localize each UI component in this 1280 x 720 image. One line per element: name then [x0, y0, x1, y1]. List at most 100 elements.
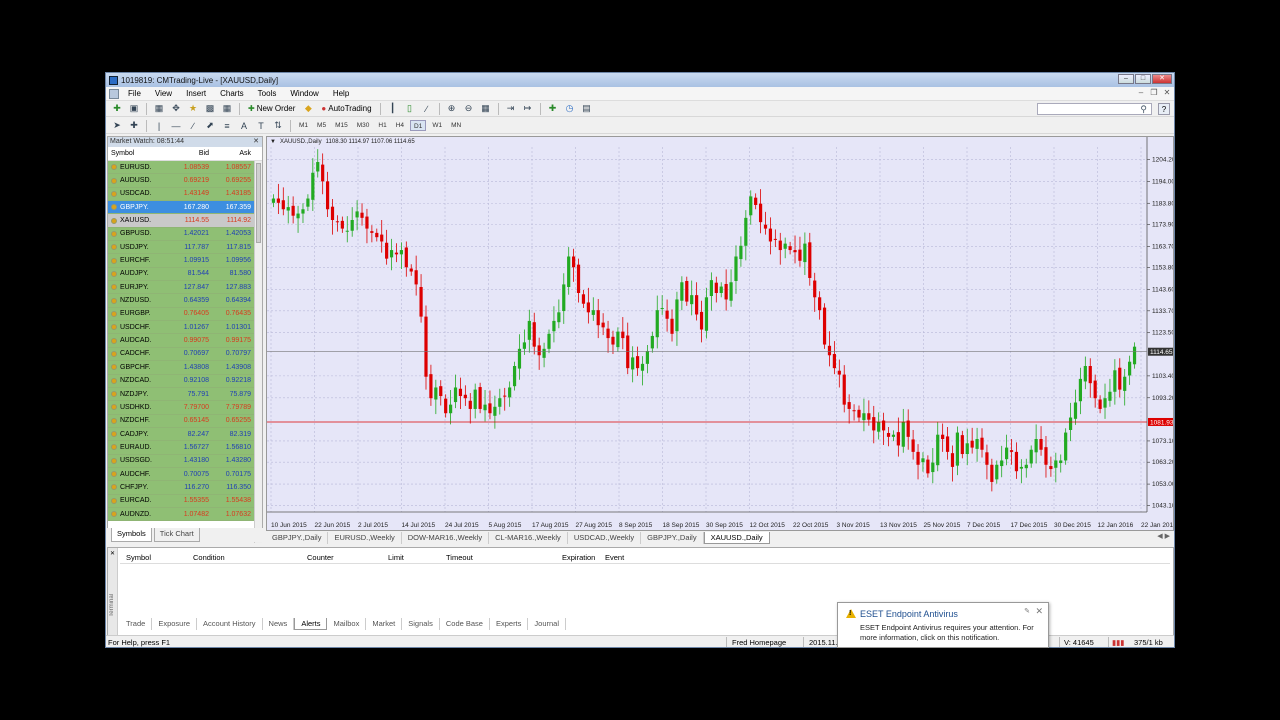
fibonacci-icon[interactable]: ≡: [220, 119, 234, 132]
market-watch-row[interactable]: USDJPY. 117.787 117.815: [108, 241, 262, 255]
timeframe-w1[interactable]: W1: [429, 120, 445, 131]
tab-exposure[interactable]: Exposure: [152, 618, 198, 630]
menu-insert[interactable]: Insert: [179, 89, 213, 98]
channel-icon[interactable]: ⬈: [203, 119, 217, 132]
close-icon[interactable]: ✕: [110, 550, 115, 557]
scrollbar[interactable]: [254, 161, 262, 543]
scrollbar-thumb[interactable]: [256, 163, 261, 243]
chart-tab[interactable]: GBPJPY.,Daily: [641, 532, 704, 544]
help-icon[interactable]: ?: [1158, 103, 1170, 115]
timeframe-m30[interactable]: M30: [354, 120, 373, 131]
tab-mailbox[interactable]: Mailbox: [327, 618, 367, 630]
periods-icon[interactable]: ◷: [563, 102, 577, 115]
tile-windows-icon[interactable]: ▦: [479, 102, 493, 115]
timeframe-h1[interactable]: H1: [375, 120, 389, 131]
column-ask[interactable]: Ask: [212, 150, 254, 157]
market-watch-row[interactable]: XAUUSD. 1114.55 1114.92: [108, 214, 262, 228]
chart-canvas[interactable]: 10 Jun 2015 22 Jun 2015 2 Jul 2015 14 Jul 2…: [267, 137, 1174, 531]
market-watch-row[interactable]: EURGBP. 0.76405 0.76435: [108, 307, 262, 322]
tab-experts[interactable]: Experts: [490, 618, 529, 630]
crosshair-icon[interactable]: ✚: [127, 119, 141, 132]
column-symbol[interactable]: Symbol: [126, 553, 151, 562]
market-watch-row[interactable]: EURUSD. 1.08539 1.08557: [108, 161, 262, 175]
market-watch-row[interactable]: AUDJPY. 81.544 81.580: [108, 267, 262, 282]
market-watch-row[interactable]: CADCHF. 0.70697 0.70797: [108, 347, 262, 362]
tab-signals[interactable]: Signals: [402, 618, 440, 630]
market-watch-row[interactable]: NZDJPY. 75.791 75.879: [108, 387, 262, 402]
chart-tab[interactable]: CL-MAR16.,Weekly: [489, 532, 568, 544]
chart-shift-icon[interactable]: ↦: [521, 102, 535, 115]
chart-tab[interactable]: DOW-MAR16.,Weekly: [402, 532, 490, 544]
market-watch-row[interactable]: AUDUSD. 0.69219 0.69255: [108, 174, 262, 188]
market-watch-row[interactable]: CADJPY. 82.247 82.319: [108, 427, 262, 442]
data-window-icon[interactable]: ✥: [169, 102, 183, 115]
menu-window[interactable]: Window: [283, 89, 325, 98]
timeframe-mn[interactable]: MN: [448, 120, 464, 131]
tab-journal[interactable]: Journal: [528, 618, 567, 630]
menu-view[interactable]: View: [148, 89, 179, 98]
market-watch-icon[interactable]: ▦: [152, 102, 166, 115]
market-watch-row[interactable]: EURJPY. 127.847 127.883: [108, 281, 262, 295]
profiles-icon[interactable]: ▣: [127, 102, 141, 115]
chart-menu-icon[interactable]: ▼: [270, 139, 276, 145]
timeframe-m15[interactable]: M15: [332, 120, 351, 131]
tab-scroll-arrows[interactable]: ◀ ▶: [1157, 532, 1170, 540]
timeframe-m5[interactable]: M5: [314, 120, 329, 131]
close-icon[interactable]: ✕: [253, 137, 259, 147]
timeframe-m1[interactable]: M1: [296, 120, 311, 131]
tab-tick-chart[interactable]: Tick Chart: [153, 528, 200, 542]
close-button[interactable]: ✕: [1152, 74, 1172, 84]
timeframe-d1[interactable]: D1: [410, 120, 427, 131]
text-icon[interactable]: A: [237, 119, 251, 132]
market-watch-row[interactable]: USDSGD. 1.43180 1.43280: [108, 454, 262, 468]
bar-chart-icon[interactable]: ┃: [386, 102, 400, 115]
chart-tab-active[interactable]: XAUUSD.,Daily: [703, 532, 770, 544]
menu-tools[interactable]: Tools: [251, 89, 284, 98]
vertical-line-icon[interactable]: |: [152, 119, 166, 132]
market-watch-row[interactable]: GBPCHF. 1.43808 1.43908: [108, 361, 262, 375]
price-chart[interactable]: 10 Jun 2015 22 Jun 2015 2 Jul 2015 14 Jul 2…: [266, 136, 1174, 531]
candlestick-icon[interactable]: ▯: [403, 102, 417, 115]
tab-code-base[interactable]: Code Base: [440, 618, 490, 630]
column-event[interactable]: Event: [605, 553, 624, 562]
autotrading-button[interactable]: ● AutoTrading: [318, 102, 374, 115]
text-label-icon[interactable]: T: [254, 119, 268, 132]
chart-tab[interactable]: EURUSD.,Weekly: [328, 532, 402, 544]
column-symbol[interactable]: Symbol: [108, 150, 174, 157]
terminal-icon[interactable]: ▩: [203, 102, 217, 115]
search-icon[interactable]: ⚲: [1140, 104, 1147, 115]
metaeditor-icon[interactable]: ◆: [301, 102, 315, 115]
market-watch-row[interactable]: AUDNZD. 1.07482 1.07632: [108, 507, 262, 522]
navigator-icon[interactable]: ★: [186, 102, 200, 115]
horizontal-line-icon[interactable]: —: [169, 119, 183, 132]
tab-news[interactable]: News: [263, 618, 295, 630]
market-watch-row[interactable]: EURAUD. 1.56727 1.56810: [108, 441, 262, 455]
menu-charts[interactable]: Charts: [213, 89, 251, 98]
indicators-icon[interactable]: ✚: [546, 102, 560, 115]
close-icon[interactable]: ✕: [1035, 606, 1043, 617]
document-icon[interactable]: [109, 88, 119, 99]
market-watch-row[interactable]: NZDCAD. 0.92108 0.92218: [108, 374, 262, 388]
tab-symbols[interactable]: Symbols: [111, 528, 152, 542]
menu-help[interactable]: Help: [326, 89, 356, 98]
templates-icon[interactable]: ▤: [580, 102, 594, 115]
market-watch-row[interactable]: AUDCAD. 0.99075 0.99175: [108, 334, 262, 348]
new-chart-icon[interactable]: ✚: [110, 102, 124, 115]
market-watch-row[interactable]: NZDUSD. 0.64359 0.64394: [108, 294, 262, 308]
column-timeout[interactable]: Timeout: [446, 553, 473, 562]
timeframe-h4[interactable]: H4: [393, 120, 407, 131]
trendline-icon[interactable]: ∕: [186, 119, 200, 132]
column-condition[interactable]: Condition: [193, 553, 225, 562]
market-watch-row[interactable]: USDHKD. 7.79700 7.79789: [108, 401, 262, 415]
market-watch-row[interactable]: USDCHF. 1.01267 1.01301: [108, 321, 262, 335]
chart-tab[interactable]: USDCAD.,Weekly: [568, 532, 642, 544]
tab-alerts[interactable]: Alerts: [294, 618, 328, 630]
market-watch-row[interactable]: CHFJPY. 116.270 116.350: [108, 481, 262, 495]
tester-icon[interactable]: ▦: [220, 102, 234, 115]
line-chart-icon[interactable]: ∕: [420, 102, 434, 115]
child-close-button[interactable]: ✕: [1162, 89, 1172, 98]
market-watch-row[interactable]: NZDCHF. 0.65145 0.65255: [108, 414, 262, 428]
arrows-icon[interactable]: ⇅: [271, 119, 285, 132]
child-restore-button[interactable]: ❐: [1149, 89, 1159, 98]
autoscroll-icon[interactable]: ⇥: [504, 102, 518, 115]
